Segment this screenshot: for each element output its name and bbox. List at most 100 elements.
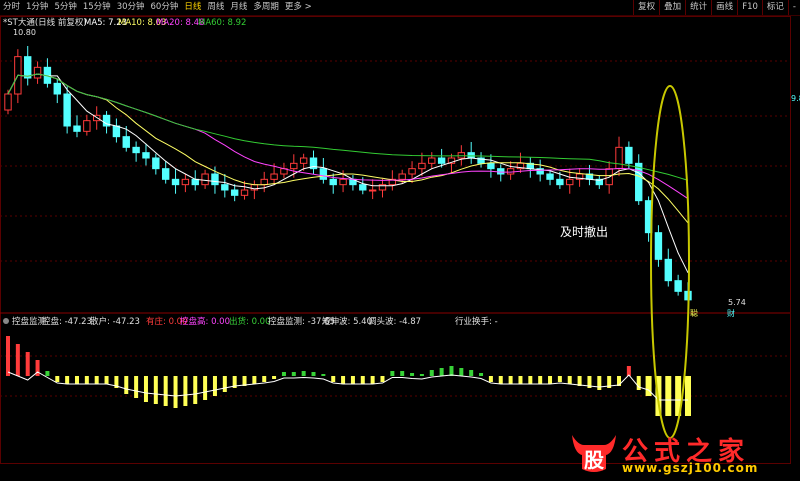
indicator-bar-8 xyxy=(84,376,89,384)
logo-char: 股 xyxy=(584,448,604,472)
indicator-value-1: 散户: -47.23 xyxy=(90,316,140,327)
ma60-label: MA60: 8.92 xyxy=(198,18,246,28)
candle-body-34 xyxy=(339,178,347,186)
indicator-bar-14 xyxy=(143,376,148,402)
indicator-bar-54 xyxy=(538,376,543,384)
candle-body-18 xyxy=(181,178,190,186)
indicator-bar-30 xyxy=(301,371,306,376)
candle-body-22 xyxy=(221,184,229,191)
candle-body-55 xyxy=(546,173,554,180)
period-tab-2[interactable]: 5分钟 xyxy=(51,0,79,15)
indicator-bar-18 xyxy=(183,376,188,406)
indicator-bar-46 xyxy=(459,368,464,376)
period-tab-8[interactable]: 月线 xyxy=(227,0,250,15)
period-tab-0[interactable]: 分时 xyxy=(0,0,23,15)
toolbar-tools: 复权 叠加 统计 画线 F10 标记 - xyxy=(633,0,800,15)
candle-body-5 xyxy=(53,82,61,95)
candle-body-15 xyxy=(152,157,160,170)
indicator-bar-25 xyxy=(252,376,257,384)
indicator-bar-29 xyxy=(291,372,296,376)
candle-body-43 xyxy=(428,157,436,164)
period-tab-4[interactable]: 30分钟 xyxy=(114,0,148,15)
indicator-bar-65 xyxy=(645,376,652,396)
bottom-tag: 财 xyxy=(727,308,735,318)
chart-grid xyxy=(0,16,791,464)
indicator-bar-51 xyxy=(508,376,513,384)
period-tab-7[interactable]: 周线 xyxy=(204,0,227,15)
tool-button-1[interactable]: 叠加 xyxy=(659,0,685,15)
tool-button-5[interactable]: 标记 xyxy=(761,0,788,15)
candle-body-42 xyxy=(418,162,426,170)
period-tab-9[interactable]: 多周期 xyxy=(250,0,282,15)
ma20-line xyxy=(7,73,689,200)
candle-body-41 xyxy=(408,168,416,175)
candlestick-series xyxy=(4,46,692,309)
indicator-bar-12 xyxy=(124,376,129,394)
ma5-line xyxy=(7,73,689,274)
candle-body-64 xyxy=(635,162,643,202)
indicator-bar-69 xyxy=(685,376,691,416)
candle-body-51 xyxy=(506,168,515,175)
indicator-value-4: 出货: 0.00 xyxy=(229,316,271,327)
indicator-bar-42 xyxy=(419,374,424,376)
candle-body-66 xyxy=(654,232,663,260)
moving-average-lines xyxy=(7,73,689,274)
indicator-bar-0 xyxy=(6,336,10,376)
indicator-bar-26 xyxy=(262,376,267,382)
period-tab-10[interactable]: 更多 > xyxy=(282,0,315,15)
period-tab-5[interactable]: 60分钟 xyxy=(148,0,182,15)
indicator-bar-6 xyxy=(65,376,70,384)
indicator-bar-22 xyxy=(222,376,227,392)
candle-body-67 xyxy=(664,258,672,282)
indicator-bar-13 xyxy=(134,376,139,398)
indicator-value-0: 控盘: -47.23 xyxy=(42,316,92,327)
indicator-bar-67 xyxy=(665,376,672,416)
indicator-settings-icon xyxy=(3,318,9,324)
indicator-bar-32 xyxy=(321,374,326,376)
watermark: 股 公式之家 www.gszj100.com xyxy=(530,431,790,475)
candle-body-37 xyxy=(368,189,377,192)
candle-body-19 xyxy=(191,178,199,186)
indicator-bar-56 xyxy=(557,376,562,382)
candle-body-7 xyxy=(73,125,81,132)
indicator-bar-50 xyxy=(498,376,503,384)
indicator-bar-44 xyxy=(439,368,444,376)
candle-body-57 xyxy=(566,178,574,186)
chart-title: *ST大通(日线 前复权) xyxy=(3,17,87,28)
indicator-bar-55 xyxy=(548,376,553,384)
indicator-bar-9 xyxy=(94,376,99,384)
period-tabs: 分时 1分钟 5分钟 15分钟 30分钟 60分钟 日线 周线 月线 多周期 更多 > xyxy=(0,0,315,15)
tool-button-4[interactable]: F10 xyxy=(737,0,762,15)
candle-body-33 xyxy=(329,178,337,186)
candle-body-12 xyxy=(122,136,130,148)
indicator-bar-1 xyxy=(15,344,20,376)
indicator-value-3: 控盘高: 0.00 xyxy=(180,316,230,327)
candle-body-20 xyxy=(201,173,209,186)
indicator-bar-10 xyxy=(104,376,109,384)
period-tab-1[interactable]: 1分钟 xyxy=(23,0,51,15)
candle-body-14 xyxy=(142,152,150,159)
candle-body-30 xyxy=(299,157,308,164)
candle-body-63 xyxy=(625,146,633,164)
candle-body-36 xyxy=(359,184,367,191)
tool-button-6[interactable]: - xyxy=(787,0,800,15)
period-tab-6[interactable]: 日线 xyxy=(181,0,204,15)
period-tab-3[interactable]: 15分钟 xyxy=(80,0,114,15)
indicator-bar-16 xyxy=(163,376,168,406)
indicator-bar-37 xyxy=(370,376,375,384)
candle-body-17 xyxy=(171,178,180,186)
indicator-bar-36 xyxy=(360,376,365,384)
candle-body-47 xyxy=(467,152,475,159)
candle-body-44 xyxy=(437,157,446,164)
indicator-bar-47 xyxy=(469,370,474,376)
stock-chart[interactable]: *ST大通(日线 前复权)MA5: 7.23MA10: 8.03MA20: 8.… xyxy=(0,16,800,481)
indicator-panel: 控盘监测控盘: -47.23散户: -47.23 有庄: 0.00控盘高: 0.0… xyxy=(3,316,691,416)
candle-body-16 xyxy=(161,168,170,180)
tool-button-2[interactable]: 统计 xyxy=(685,0,711,15)
tool-button-0[interactable]: 复权 xyxy=(633,0,659,15)
indicator-bar-2 xyxy=(25,352,30,376)
industry-turnover: 行业换手: - xyxy=(455,316,498,327)
candle-body-2 xyxy=(24,56,32,79)
tool-button-3[interactable]: 画线 xyxy=(711,0,737,15)
indicator-bar-33 xyxy=(331,376,336,382)
